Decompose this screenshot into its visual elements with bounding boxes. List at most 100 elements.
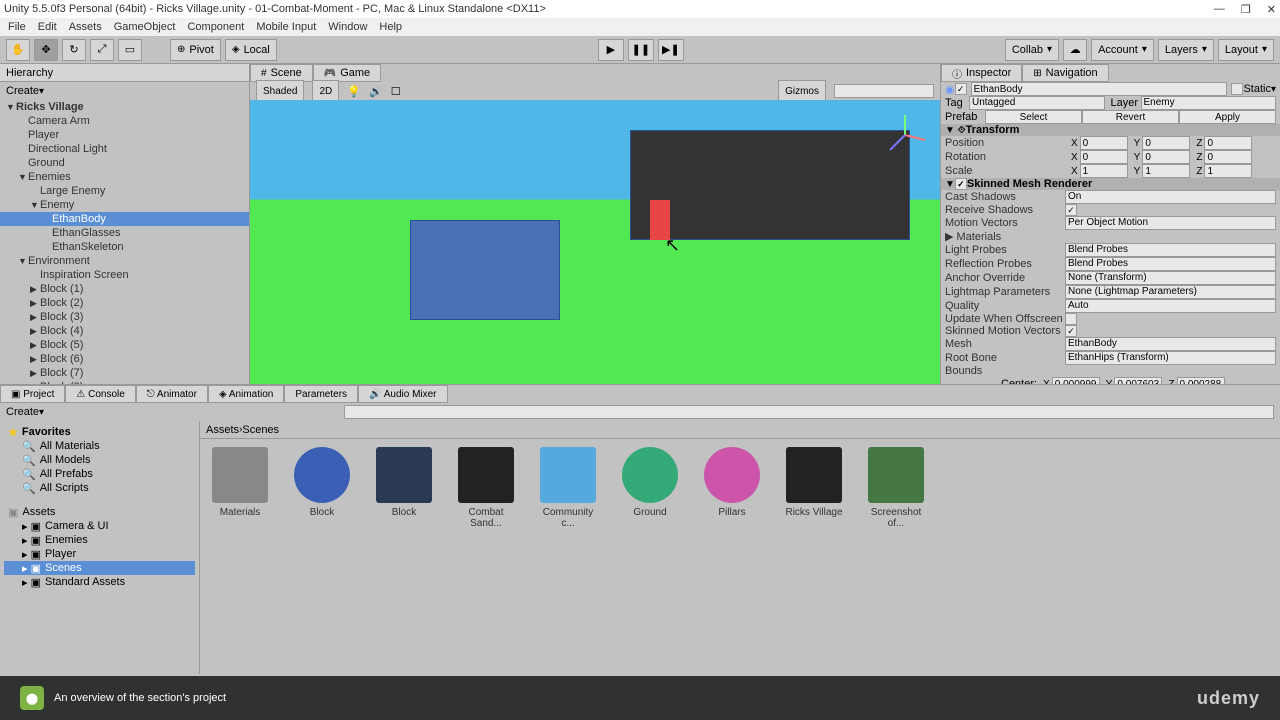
layout-dropdown[interactable]: Layout ▾ <box>1218 39 1274 61</box>
gizmos-dropdown[interactable]: Gizmos <box>778 80 826 102</box>
tree-item[interactable]: Player <box>0 128 249 142</box>
folder-item[interactable]: ▸ ▣ Standard Assets <box>4 575 195 589</box>
update-offscreen-checkbox[interactable] <box>1065 313 1077 325</box>
prefab-select[interactable]: Select <box>985 110 1082 124</box>
asset-item[interactable]: Screenshot of... <box>864 447 928 529</box>
local-toggle[interactable]: ◈ Local <box>225 39 277 61</box>
scl-y[interactable] <box>1142 164 1190 178</box>
tab-navigation[interactable]: ⊞ Navigation <box>1022 64 1108 82</box>
tree-item[interactable]: EthanGlasses <box>0 226 249 240</box>
tree-item[interactable]: Camera Arm <box>0 114 249 128</box>
assets-root[interactable]: Assets <box>22 506 55 518</box>
tag-dropdown[interactable]: Untagged <box>969 96 1105 110</box>
tree-item[interactable]: Large Enemy <box>0 184 249 198</box>
asset-item[interactable]: Ricks Village <box>782 447 846 518</box>
anchor-override-field[interactable]: None (Transform) <box>1065 271 1276 285</box>
gizmo-axis-icon[interactable] <box>880 110 930 160</box>
rot-y[interactable] <box>1142 150 1190 164</box>
scale-tool-icon[interactable]: ⤢ <box>90 39 114 61</box>
lightmap-params-field[interactable]: None (Lightmap Parameters) <box>1065 285 1276 299</box>
center-y[interactable] <box>1114 377 1162 384</box>
fx-icon[interactable]: ☐ <box>391 85 401 98</box>
menu-window[interactable]: Window <box>328 21 367 33</box>
project-tab-console[interactable]: ⚠ Console <box>65 385 135 403</box>
pivot-toggle[interactable]: ⊕ Pivot <box>170 39 221 61</box>
asset-item[interactable]: Block <box>372 447 436 518</box>
minimize-icon[interactable]: — <box>1214 3 1225 16</box>
step-button[interactable]: ▶❚ <box>658 39 684 61</box>
tree-item[interactable]: ▶Block (1) <box>0 282 249 296</box>
pos-y[interactable] <box>1142 136 1190 150</box>
folder-item[interactable]: ▸ ▣ Enemies <box>4 533 195 547</box>
scene-search[interactable] <box>834 84 934 98</box>
skinned-motion-checkbox[interactable]: ✓ <box>1065 325 1077 337</box>
menu-edit[interactable]: Edit <box>38 21 57 33</box>
tree-item[interactable]: Directional Light <box>0 142 249 156</box>
rect-tool-icon[interactable]: ▭ <box>118 39 142 61</box>
hierarchy-tree[interactable]: ▼Ricks Village Camera ArmPlayerDirection… <box>0 100 249 384</box>
tree-item[interactable]: ▶Block (2) <box>0 296 249 310</box>
breadcrumb-scenes[interactable]: Scenes <box>242 424 279 436</box>
rot-x[interactable] <box>1080 150 1128 164</box>
fav-item[interactable]: 🔍 All Materials <box>4 439 195 453</box>
fav-item[interactable]: 🔍 All Models <box>4 453 195 467</box>
menu-mobileinput[interactable]: Mobile Input <box>256 21 316 33</box>
asset-item[interactable]: Community c... <box>536 447 600 529</box>
scl-x[interactable] <box>1080 164 1128 178</box>
receive-shadows-checkbox[interactable]: ✓ <box>1065 204 1077 216</box>
cloud-icon[interactable]: ☁ <box>1063 39 1087 61</box>
pause-button[interactable]: ❚❚ <box>628 39 654 61</box>
collab-dropdown[interactable]: Collab ▾ <box>1005 39 1059 61</box>
tree-item[interactable]: EthanSkeleton <box>0 240 249 254</box>
pos-x[interactable] <box>1080 136 1128 150</box>
project-tab-animation[interactable]: ◈ Animation <box>208 385 284 403</box>
scene-viewport[interactable]: ↖ <box>250 100 940 384</box>
tree-item[interactable]: ▶Block (6) <box>0 352 249 366</box>
center-x[interactable] <box>1052 377 1100 384</box>
root-bone-field[interactable]: EthanHips (Transform) <box>1065 351 1276 365</box>
prefab-apply[interactable]: Apply <box>1179 110 1276 124</box>
menu-help[interactable]: Help <box>379 21 402 33</box>
layers-dropdown[interactable]: Layers ▾ <box>1158 39 1214 61</box>
tab-inspector[interactable]: ⓘ Inspector <box>941 64 1022 82</box>
favorites-label[interactable]: Favorites <box>22 426 71 438</box>
scl-z[interactable] <box>1204 164 1252 178</box>
center-z[interactable] <box>1177 377 1225 384</box>
project-search[interactable] <box>344 405 1274 419</box>
audio-icon[interactable]: 🔊 <box>369 85 383 98</box>
reflection-probes-dropdown[interactable]: Blend Probes <box>1065 257 1276 271</box>
breadcrumb-assets[interactable]: Assets <box>206 424 239 436</box>
tree-item[interactable]: Ground <box>0 156 249 170</box>
2d-toggle[interactable]: 2D <box>312 80 339 102</box>
asset-item[interactable]: Block <box>290 447 354 518</box>
tree-item[interactable]: ▶Block (3) <box>0 310 249 324</box>
breadcrumb[interactable]: Assets › Scenes <box>200 421 1280 439</box>
rot-z[interactable] <box>1204 150 1252 164</box>
asset-item[interactable]: Pillars <box>700 447 764 518</box>
hierarchy-create[interactable]: Create <box>6 85 39 97</box>
folder-item[interactable]: ▸ ▣ Player <box>4 547 195 561</box>
tree-item[interactable]: Inspiration Screen <box>0 268 249 282</box>
maximize-icon[interactable]: ❐ <box>1241 3 1251 16</box>
menu-gameobject[interactable]: GameObject <box>114 21 176 33</box>
transform-header[interactable]: ▼ ⟐ Transform <box>941 124 1280 136</box>
project-tab-animator[interactable]: ⎋ Animator <box>136 385 208 403</box>
asset-item[interactable]: Materials <box>208 447 272 518</box>
project-tab-parameters[interactable]: Parameters <box>284 385 358 403</box>
tree-item[interactable]: EthanBody <box>0 212 249 226</box>
object-enabled-checkbox[interactable]: ✓ <box>955 83 967 95</box>
menu-file[interactable]: File <box>8 21 26 33</box>
move-tool-icon[interactable]: ✥ <box>34 39 58 61</box>
tree-item[interactable]: ▼Enemy <box>0 198 249 212</box>
fav-item[interactable]: 🔍 All Scripts <box>4 481 195 495</box>
motion-vectors-dropdown[interactable]: Per Object Motion <box>1065 216 1276 230</box>
fav-item[interactable]: 🔍 All Prefabs <box>4 467 195 481</box>
asset-item[interactable]: Ground <box>618 447 682 518</box>
hand-tool-icon[interactable]: ✋ <box>6 39 30 61</box>
project-tab-audio-mixer[interactable]: 🔊 Audio Mixer <box>358 385 447 403</box>
mesh-field[interactable]: EthanBody <box>1065 337 1276 351</box>
object-name-field[interactable] <box>971 82 1228 96</box>
light-icon[interactable]: 💡 <box>347 85 361 98</box>
project-create[interactable]: Create <box>6 406 39 418</box>
hierarchy-tab[interactable]: Hierarchy <box>6 67 53 79</box>
